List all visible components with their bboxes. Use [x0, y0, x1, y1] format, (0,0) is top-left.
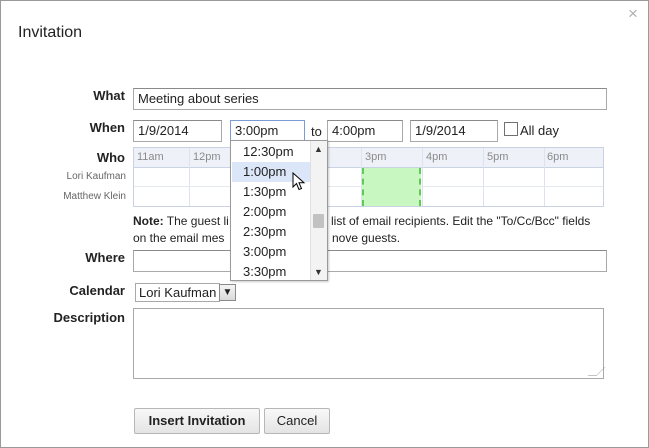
- where-input[interactable]: [133, 250, 607, 272]
- time-dropdown[interactable]: 12:30pm 1:00pm 1:30pm 2:00pm 2:30pm 3:00…: [230, 140, 328, 281]
- note-text: on the email mes: [133, 231, 225, 245]
- time-option[interactable]: 3:30pm: [232, 262, 310, 280]
- guest-name: Lori Kaufman: [66, 171, 126, 182]
- all-day-label: All day: [520, 123, 560, 138]
- what-label: What: [93, 88, 125, 103]
- mouse-pointer-icon: [292, 172, 306, 191]
- hour-12pm: 12pm: [193, 151, 221, 163]
- time-option[interactable]: 12:30pm: [232, 142, 310, 162]
- note-text: nove guests.: [332, 231, 401, 245]
- hour-3pm: 3pm: [365, 151, 387, 163]
- to-label: to: [311, 124, 322, 139]
- who-label: Who: [96, 150, 125, 165]
- where-label: Where: [85, 250, 125, 265]
- end-time-input[interactable]: 4:00pm: [327, 120, 403, 142]
- description-label: Description: [53, 310, 125, 325]
- hour-5pm: 5pm: [487, 151, 509, 163]
- when-label: When: [89, 120, 125, 135]
- close-icon[interactable]: ×: [628, 4, 638, 24]
- hour-6pm: 6pm: [547, 151, 569, 163]
- time-option[interactable]: 2:30pm: [232, 222, 310, 242]
- dialog-title: Invitation: [18, 24, 83, 41]
- cancel-button[interactable]: Cancel: [264, 408, 330, 434]
- time-option[interactable]: 2:00pm: [232, 202, 310, 222]
- all-day-checkbox[interactable]: [504, 122, 518, 136]
- resize-handle-icon[interactable]: [587, 367, 606, 376]
- insert-invitation-button[interactable]: Insert Invitation: [134, 408, 260, 434]
- chevron-down-icon[interactable]: ▼: [314, 267, 323, 277]
- start-time-input[interactable]: 3:00pm: [230, 120, 305, 142]
- note-text: The guest li: [166, 214, 229, 228]
- description-textarea[interactable]: [133, 308, 606, 379]
- hour-4pm: 4pm: [426, 151, 448, 163]
- what-input[interactable]: Meeting about series: [133, 88, 607, 110]
- note-bold: Note:: [133, 214, 164, 228]
- note-text: list of email recipients. Edit the "To/C…: [331, 214, 591, 228]
- calendar-label: Calendar: [69, 283, 125, 298]
- calendar-select[interactable]: Lori Kaufman: [135, 283, 220, 302]
- time-option[interactable]: 3:00pm: [232, 242, 310, 262]
- description-value: [134, 309, 603, 315]
- chevron-up-icon[interactable]: ▲: [314, 144, 323, 154]
- scrollbar-thumb[interactable]: [313, 214, 324, 228]
- selected-time-block[interactable]: [362, 168, 421, 206]
- guest-name: Matthew Klein: [63, 191, 126, 202]
- chevron-down-icon[interactable]: ▼: [219, 284, 236, 301]
- end-date-input[interactable]: 1/9/2014: [410, 120, 498, 142]
- hour-11am: 11am: [137, 151, 164, 163]
- start-date-input[interactable]: 1/9/2014: [133, 120, 222, 142]
- dropdown-scrollbar[interactable]: ▲ ▼: [310, 141, 327, 280]
